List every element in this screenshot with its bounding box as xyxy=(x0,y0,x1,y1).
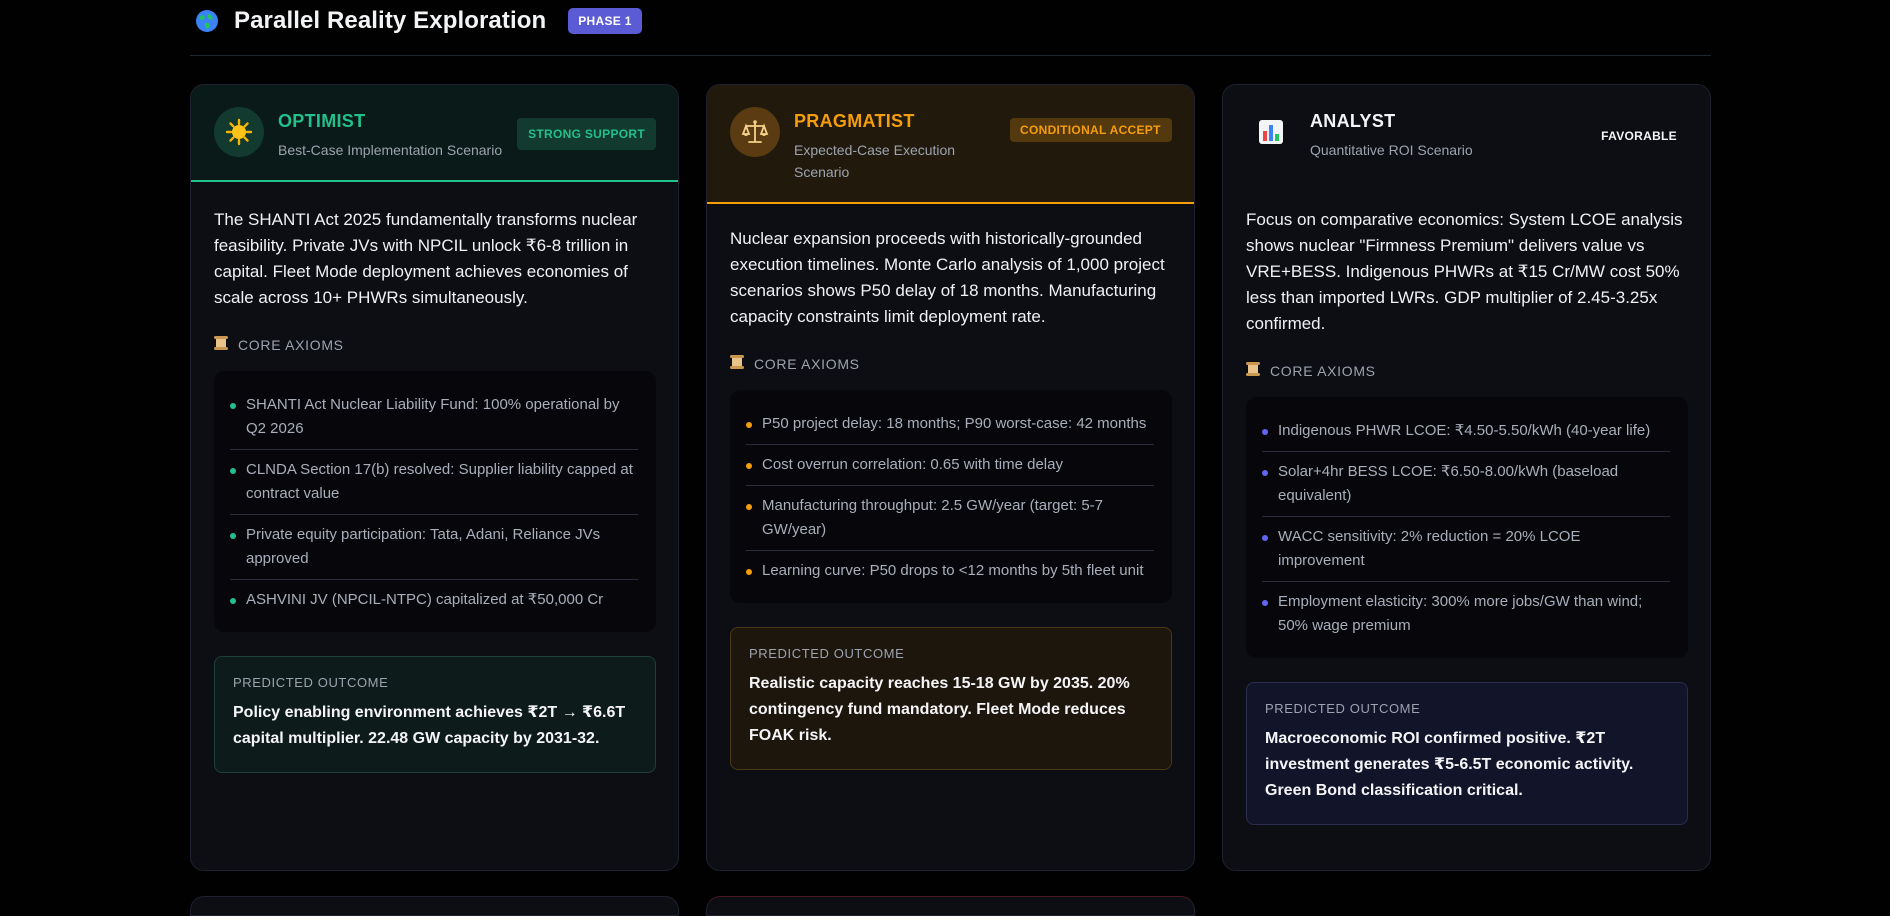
sun-icon xyxy=(214,107,264,157)
card-header: OPTIMIST Best-Case Implementation Scenar… xyxy=(191,85,678,182)
list-item: Solar+4hr BESS LCOE: ₹6.50-8.00/kWh (bas… xyxy=(1262,452,1670,517)
outcome-text: Macroeconomic ROI confirmed positive. ₹2… xyxy=(1265,730,1634,799)
scenario-description: Nuclear expansion proceeds with historic… xyxy=(730,229,1165,326)
axioms-heading: CORE AXIOMS xyxy=(1246,361,1688,380)
predicted-outcome: PREDICTED OUTCOME Macroeconomic ROI conf… xyxy=(1246,682,1688,825)
list-item: Employment elasticity: 300% more jobs/GW… xyxy=(1262,582,1670,646)
list-item: WACC sensitivity: 2% reduction = 20% LCO… xyxy=(1262,517,1670,582)
outcome-label: PREDICTED OUTCOME xyxy=(749,646,905,661)
role-title: PRAGMATIST xyxy=(794,111,915,131)
outcome-label: PREDICTED OUTCOME xyxy=(1265,701,1421,716)
axioms-heading: CORE AXIOMS xyxy=(214,335,656,354)
axioms-heading: CORE AXIOMS xyxy=(730,354,1172,373)
axioms-list: Indigenous PHWR LCOE: ₹4.50-5.50/kWh (40… xyxy=(1246,397,1688,658)
bar-chart-icon xyxy=(1246,107,1296,157)
role-subtitle: Best-Case Implementation Scenario xyxy=(278,142,503,158)
outcome-text: Realistic capacity reaches 15-18 GW by 2… xyxy=(749,675,1130,744)
list-item: Learning curve: P50 drops to <12 months … xyxy=(746,551,1154,591)
list-item: Cost overrun correlation: 0.65 with time… xyxy=(746,445,1154,486)
verdict-badge: CONDITIONAL ACCEPT xyxy=(1010,118,1172,142)
phase-badge: PHASE 1 xyxy=(568,7,642,34)
next-card xyxy=(706,896,1195,916)
page-title: Parallel Reality Exploration xyxy=(234,6,547,34)
predicted-outcome: PREDICTED OUTCOME Realistic capacity rea… xyxy=(730,627,1172,770)
globe-icon xyxy=(194,8,220,34)
list-item: CLNDA Section 17(b) resolved: Supplier l… xyxy=(230,450,638,515)
scenario-description: The SHANTI Act 2025 fundamentally transf… xyxy=(214,210,638,307)
list-item: SHANTI Act Nuclear Liability Fund: 100% … xyxy=(230,385,638,450)
role-title: ANALYST xyxy=(1310,111,1396,131)
predicted-outcome: PREDICTED OUTCOME Policy enabling enviro… xyxy=(214,656,656,773)
role-subtitle: Expected-Case Execution Scenario xyxy=(794,142,956,180)
verdict-badge: STRONG SUPPORT xyxy=(517,118,656,150)
outcome-label: PREDICTED OUTCOME xyxy=(233,675,389,690)
pragmatist-card: PRAGMATIST Expected-Case Execution Scena… xyxy=(706,84,1195,871)
role-title: OPTIMIST xyxy=(278,111,366,131)
outcome-text: Policy enabling environment achieves ₹2T… xyxy=(233,704,626,747)
scroll-icon xyxy=(1246,361,1260,380)
scenario-cards: OPTIMIST Best-Case Implementation Scenar… xyxy=(190,84,1711,871)
list-item: Indigenous PHWR LCOE: ₹4.50-5.50/kWh (40… xyxy=(1262,411,1670,452)
scenario-description: Focus on comparative economics: System L… xyxy=(1246,210,1683,333)
next-card xyxy=(190,896,679,916)
axioms-list: SHANTI Act Nuclear Liability Fund: 100% … xyxy=(214,371,656,632)
scroll-icon xyxy=(214,335,228,354)
list-item: Private equity participation: Tata, Adan… xyxy=(230,515,638,580)
list-item: ASHVINI JV (NPCIL-NTPC) capitalized at ₹… xyxy=(230,580,638,620)
axioms-list: P50 project delay: 18 months; P90 worst-… xyxy=(730,390,1172,603)
list-item: P50 project delay: 18 months; P90 worst-… xyxy=(746,404,1154,445)
page-container: Parallel Reality Exploration PHASE 1 OPT… xyxy=(190,0,1711,916)
page-header: Parallel Reality Exploration PHASE 1 xyxy=(190,0,1711,56)
list-item: Manufacturing throughput: 2.5 GW/year (t… xyxy=(746,486,1154,551)
verdict-badge: FAVORABLE xyxy=(1601,129,1677,143)
scroll-icon xyxy=(730,354,744,373)
role-subtitle: Quantitative ROI Scenario xyxy=(1310,142,1473,158)
balance-scale-icon xyxy=(730,107,780,157)
optimist-card: OPTIMIST Best-Case Implementation Scenar… xyxy=(190,84,679,871)
analyst-card: ANALYST Quantitative ROI Scenario FAVORA… xyxy=(1222,84,1711,871)
card-header: ANALYST Quantitative ROI Scenario FAVORA… xyxy=(1223,85,1710,181)
card-header: PRAGMATIST Expected-Case Execution Scena… xyxy=(707,85,1194,204)
next-cards-row xyxy=(190,896,1711,916)
